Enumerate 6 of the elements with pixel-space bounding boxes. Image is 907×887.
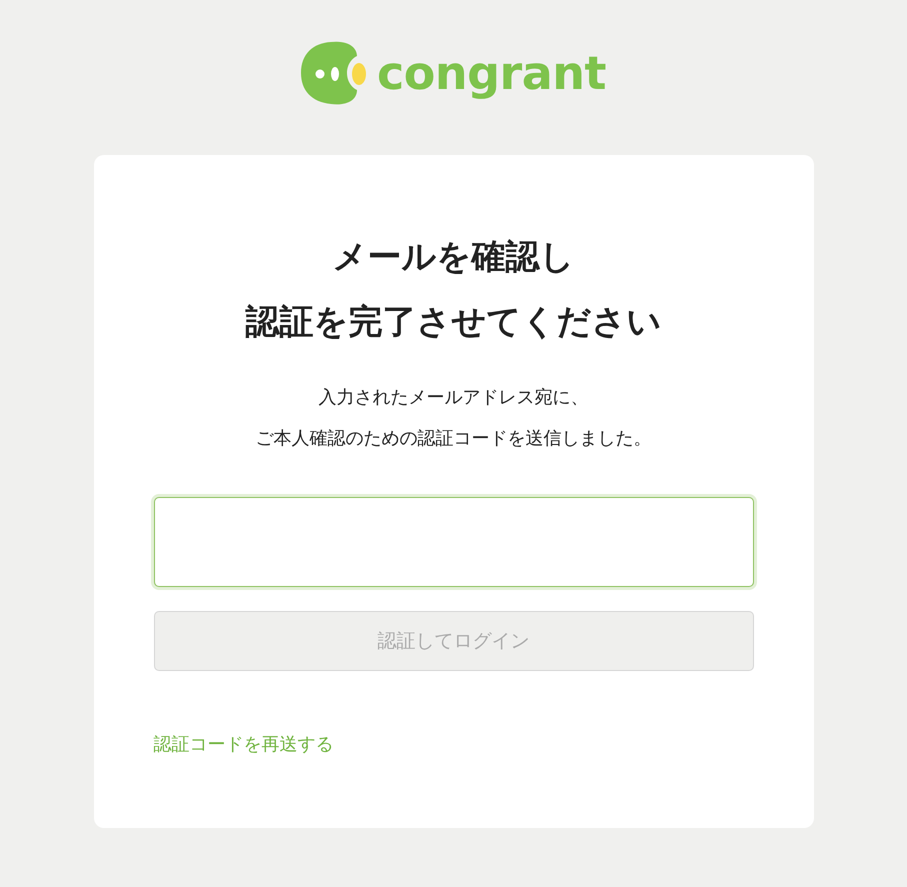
heading: メールを確認し [332,236,574,279]
message-text: ご本人確認のための認証コードを送信しました。 [256,428,652,449]
heading: 認証を完了させてください [246,301,662,344]
resend-code-link[interactable]: 認証コードを再送する [154,734,334,755]
logo-icon [300,40,369,106]
message-text: 入力されたメールアドレス宛に、 [318,387,588,408]
